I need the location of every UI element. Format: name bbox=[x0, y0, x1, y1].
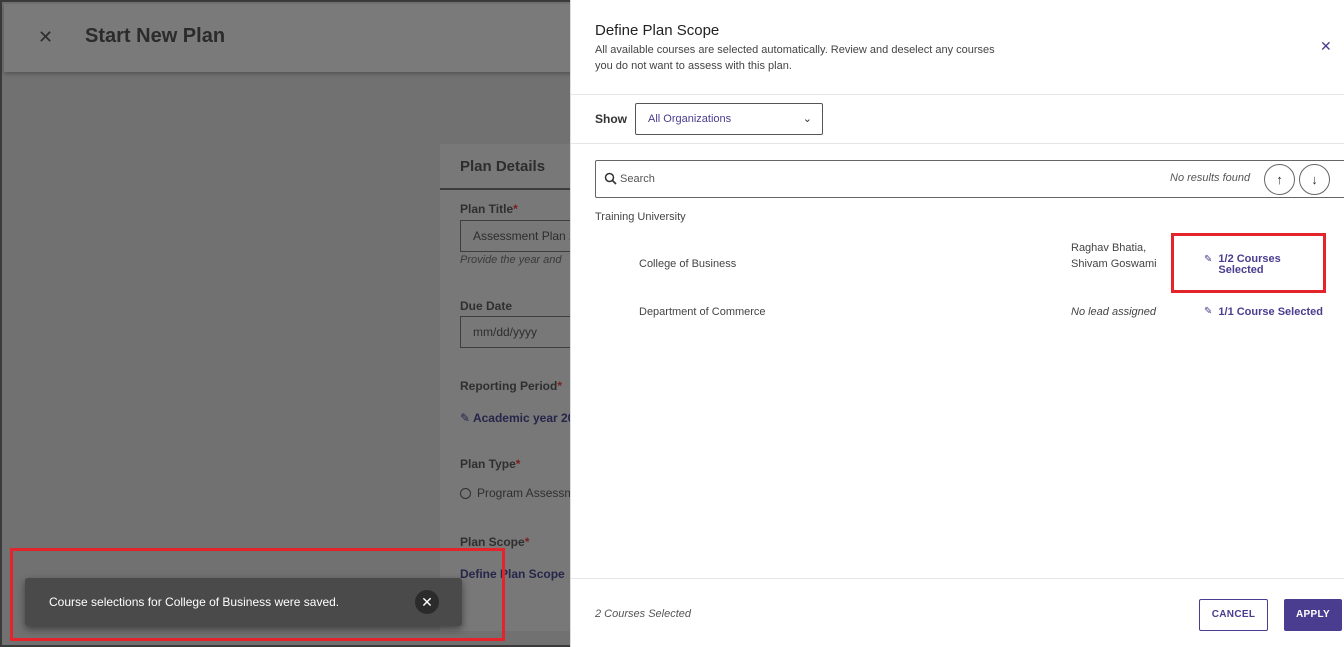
search-field[interactable]: Search No results found ↑ ↓ bbox=[595, 160, 1344, 198]
divider bbox=[571, 143, 1344, 144]
highlight-box bbox=[10, 548, 505, 641]
previous-result-button[interactable]: ↑ bbox=[1264, 164, 1295, 195]
search-icon bbox=[604, 172, 617, 185]
pencil-icon: ✎ bbox=[1204, 306, 1213, 317]
reporting-period-link[interactable]: ✎ Academic year 20 bbox=[460, 411, 574, 425]
highlight-box bbox=[1171, 233, 1326, 293]
show-label: Show bbox=[595, 112, 627, 126]
close-icon[interactable]: ✕ bbox=[1320, 38, 1332, 55]
card-title: Plan Details bbox=[460, 158, 546, 175]
plan-title-help: Provide the year and bbox=[460, 254, 562, 266]
next-result-button[interactable]: ↓ bbox=[1299, 164, 1330, 195]
radio-icon bbox=[460, 487, 471, 499]
courses-selected-link[interactable]: ✎ 1/1 Course Selected bbox=[1204, 306, 1323, 318]
due-date-label: Due Date bbox=[460, 299, 513, 313]
divider bbox=[571, 94, 1344, 95]
selected-count: 2 Courses Selected bbox=[595, 608, 691, 620]
panel-subtitle: All available courses are selected autom… bbox=[595, 44, 995, 72]
plan-title-label: Plan Title* bbox=[460, 202, 518, 216]
plan-scope-label: Plan Scope* bbox=[460, 535, 530, 549]
university-name: Training University bbox=[595, 211, 686, 223]
search-input[interactable]: Search bbox=[620, 173, 655, 185]
chevron-down-icon: ⌄ bbox=[802, 113, 812, 125]
org-name: College of Business bbox=[639, 258, 737, 270]
page-title: Start New Plan bbox=[85, 25, 226, 47]
plan-type-label: Plan Type* bbox=[460, 457, 521, 471]
panel-title: Define Plan Scope bbox=[595, 22, 720, 39]
pencil-icon: ✎ bbox=[460, 411, 471, 425]
close-icon[interactable]: ✕ bbox=[38, 27, 53, 48]
define-scope-panel: Define Plan Scope All available courses … bbox=[570, 0, 1344, 647]
reporting-period-label: Reporting Period* bbox=[460, 379, 563, 393]
divider bbox=[571, 578, 1344, 579]
search-status: No results found bbox=[1170, 172, 1251, 184]
cancel-button[interactable]: CANCEL bbox=[1199, 599, 1268, 631]
org-name: Department of Commerce bbox=[639, 306, 766, 318]
org-lead: No lead assigned bbox=[1071, 306, 1157, 318]
plan-type-radio[interactable]: Program Assessm bbox=[460, 486, 574, 500]
apply-button[interactable]: APPLY bbox=[1284, 599, 1342, 631]
organization-select[interactable]: All Organizations ⌄ bbox=[635, 103, 823, 135]
org-lead: Raghav Bhatia, Shivam Goswami bbox=[1071, 242, 1157, 270]
